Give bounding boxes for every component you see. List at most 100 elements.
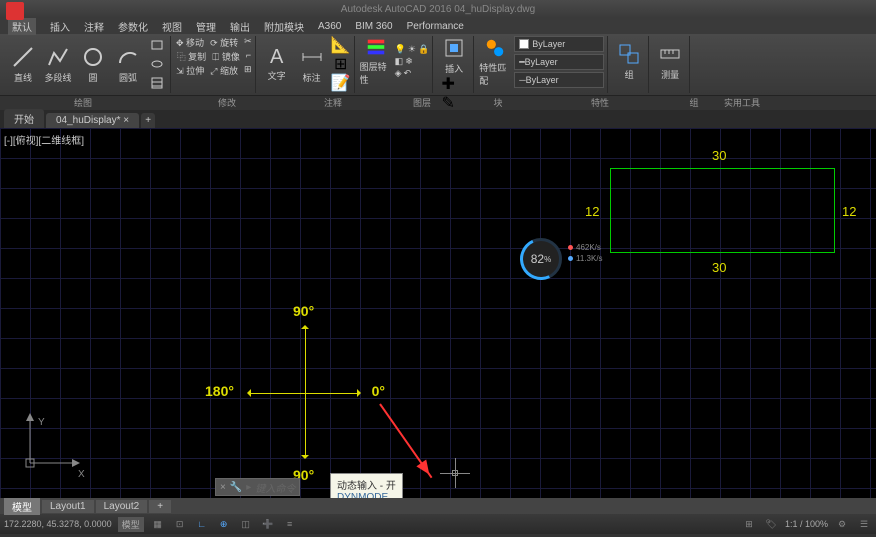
match-props-button[interactable]: 特性匹配 [479, 37, 511, 87]
tab-a360[interactable]: A360 [318, 21, 341, 32]
gauge-stats: 462K/s 11.3K/s [568, 241, 603, 265]
table-icon[interactable]: ⊞ [331, 55, 351, 73]
layer-freeze-icon[interactable]: ❄ [405, 56, 413, 67]
stretch-button[interactable]: ⇲ 拉伸 [176, 64, 204, 77]
compass-north: 90° [293, 303, 314, 319]
snap-toggle-icon[interactable]: ⊡ [172, 516, 188, 532]
ucs-icon: Y X [20, 413, 80, 478]
layout-2[interactable]: Layout2 [96, 500, 148, 513]
view-label[interactable]: [-][俯视][二维线框] [4, 132, 84, 147]
dimension-button[interactable]: 标注 [296, 39, 328, 89]
performance-gauge: 82% [520, 238, 562, 280]
tab-addins[interactable]: 附加模块 [264, 19, 304, 34]
mtext-icon[interactable]: 📝 [331, 74, 351, 92]
tab-output[interactable]: 输出 [230, 19, 250, 34]
layer-match-icon[interactable]: ◈ [395, 68, 402, 79]
customization-icon[interactable]: ☰ [856, 516, 872, 532]
layout-tabs: 模型 Layout1 Layout2 + [0, 498, 876, 514]
dim-left: 12 [585, 204, 599, 219]
array-icon[interactable]: ⊞ [244, 64, 252, 77]
circle-button[interactable]: 圆 [77, 39, 109, 89]
layer-props-button[interactable]: 图层特性 [360, 36, 392, 86]
copy-button[interactable]: ⿻ 复制 [177, 50, 207, 63]
lineweight-toggle-icon[interactable]: ≡ [282, 516, 298, 532]
dim-right: 12 [842, 204, 856, 219]
panel-block: 插入 ✚ ✎ [435, 36, 474, 93]
layout-add[interactable]: + [149, 500, 171, 513]
lineweight-dropdown[interactable]: ━ ByLayer [514, 54, 604, 70]
grid-toggle-icon[interactable]: ▦ [150, 516, 166, 532]
polyline-button[interactable]: 多段线 [42, 39, 74, 89]
text-button[interactable]: A文字 [261, 39, 293, 89]
arc-button[interactable]: 圆弧 [112, 39, 144, 89]
title-bar: Autodesk AutoCAD 2016 04_huDisplay.dwg [0, 0, 876, 18]
layer-iso-icon[interactable]: ◧ [395, 56, 404, 67]
ortho-toggle-icon[interactable]: ∟ [194, 516, 210, 532]
layer-bulb-icon[interactable]: 💡 [395, 44, 406, 55]
insert-block-button[interactable]: 插入 [438, 36, 470, 75]
tab-default[interactable]: 默认 [8, 18, 36, 35]
tab-annotate[interactable]: 注释 [84, 19, 104, 34]
layer-prev-icon[interactable]: ↶ [404, 68, 412, 79]
osnap-toggle-icon[interactable]: ◫ [238, 516, 254, 532]
title-text: Autodesk AutoCAD 2016 04_huDisplay.dwg [341, 4, 535, 15]
move-button[interactable]: ✥ 移动 [176, 36, 204, 49]
status-model[interactable]: 模型 [118, 517, 144, 532]
zoom-level[interactable]: 1:1 / 100% [785, 519, 828, 529]
create-block-icon[interactable]: ✚ [438, 75, 458, 93]
tab-close-icon[interactable]: × [123, 115, 129, 126]
drawing-canvas[interactable]: [-][俯视][二维线框] 90° 90° 0° 180° 30 30 12 1… [0, 128, 876, 498]
ribbon: 直线 多段线 圆 圆弧 ✥ 移动 ⟳ 旋转 ✂ ⿻ 复制 ⎅ 镜像 ⌐ ⇲ 拉伸 ⤢ 缩放… [0, 34, 876, 96]
hatch-icon[interactable] [147, 74, 167, 92]
compass-east: 0° [372, 383, 385, 399]
layout-model[interactable]: 模型 [4, 498, 40, 515]
tab-view[interactable]: 视图 [162, 19, 182, 34]
line-button[interactable]: 直线 [7, 39, 39, 89]
app-logo[interactable] [6, 2, 24, 20]
tab-insert[interactable]: 插入 [50, 19, 70, 34]
mirror-button[interactable]: ⎅ 镜像 [212, 50, 240, 63]
group-button[interactable]: 组 [613, 36, 645, 86]
compass-indicator: 90° 90° 0° 180° [215, 303, 395, 483]
panel-utilities: 测量 [651, 36, 690, 93]
drawing-rectangle [610, 168, 835, 253]
layout-1[interactable]: Layout1 [42, 500, 94, 513]
scale-button[interactable]: ⤢ 缩放 [210, 64, 238, 77]
tab-file[interactable]: 04_huDisplay* × [46, 113, 139, 128]
ellipse-icon[interactable] [147, 55, 167, 73]
cmd-close-icon[interactable]: × [220, 482, 226, 493]
tab-performance[interactable]: Performance [407, 21, 464, 32]
coords: 172.2280, 45.3278, 0.0000 [4, 519, 112, 529]
status-bar: 172.2280, 45.3278, 0.0000 模型 ▦ ⊡ ∟ ⊕ ◫ ➕… [0, 514, 876, 534]
rect-icon[interactable] [147, 36, 167, 54]
tab-new[interactable]: + [141, 113, 155, 128]
tab-bim360[interactable]: BIM 360 [355, 21, 392, 32]
edit-block-icon[interactable]: ✎ [438, 94, 458, 112]
color-dropdown[interactable]: ByLayer [514, 36, 604, 52]
tab-start[interactable]: 开始 [4, 109, 44, 128]
fillet-icon[interactable]: ⌐ [246, 50, 251, 63]
settings-gear-icon[interactable]: ⚙ [834, 516, 850, 532]
leader-icon[interactable]: 📐 [331, 36, 351, 54]
linetype-dropdown[interactable]: ─ ByLayer [514, 72, 604, 88]
panel-properties: 特性匹配 ByLayer ━ ByLayer ─ ByLayer [476, 36, 608, 93]
dim-bottom: 30 [712, 260, 726, 275]
dynmode-tooltip: 动态输入 - 开 DYNMODE [330, 473, 403, 498]
crosshair-cursor [440, 458, 470, 488]
trim-icon[interactable]: ✂ [244, 36, 252, 49]
dynmode-toggle-icon[interactable]: ➕ [260, 516, 276, 532]
tab-parametric[interactable]: 参数化 [118, 19, 148, 34]
cmd-input[interactable]: 键入命令 [255, 480, 295, 495]
panel-group: 组 [610, 36, 649, 93]
model-space-icon[interactable]: ⊞ [741, 516, 757, 532]
annotation-scale-icon[interactable]: 🏷 [763, 516, 779, 532]
command-bar[interactable]: × 🔧 ▸ 键入命令 [215, 478, 300, 496]
cmd-search-icon[interactable]: 🔧 [230, 482, 242, 493]
polar-toggle-icon[interactable]: ⊕ [216, 516, 232, 532]
tab-manage[interactable]: 管理 [196, 19, 216, 34]
rotate-button[interactable]: ⟳ 旋转 [210, 36, 238, 49]
measure-button[interactable]: 测量 [654, 36, 686, 86]
layer-sun-icon[interactable]: ☀ [408, 44, 416, 55]
layer-lock-icon[interactable]: 🔒 [418, 44, 429, 55]
panel-layers: 图层特性 💡☀🔒 ◧❄ ◈↶ [357, 36, 434, 93]
